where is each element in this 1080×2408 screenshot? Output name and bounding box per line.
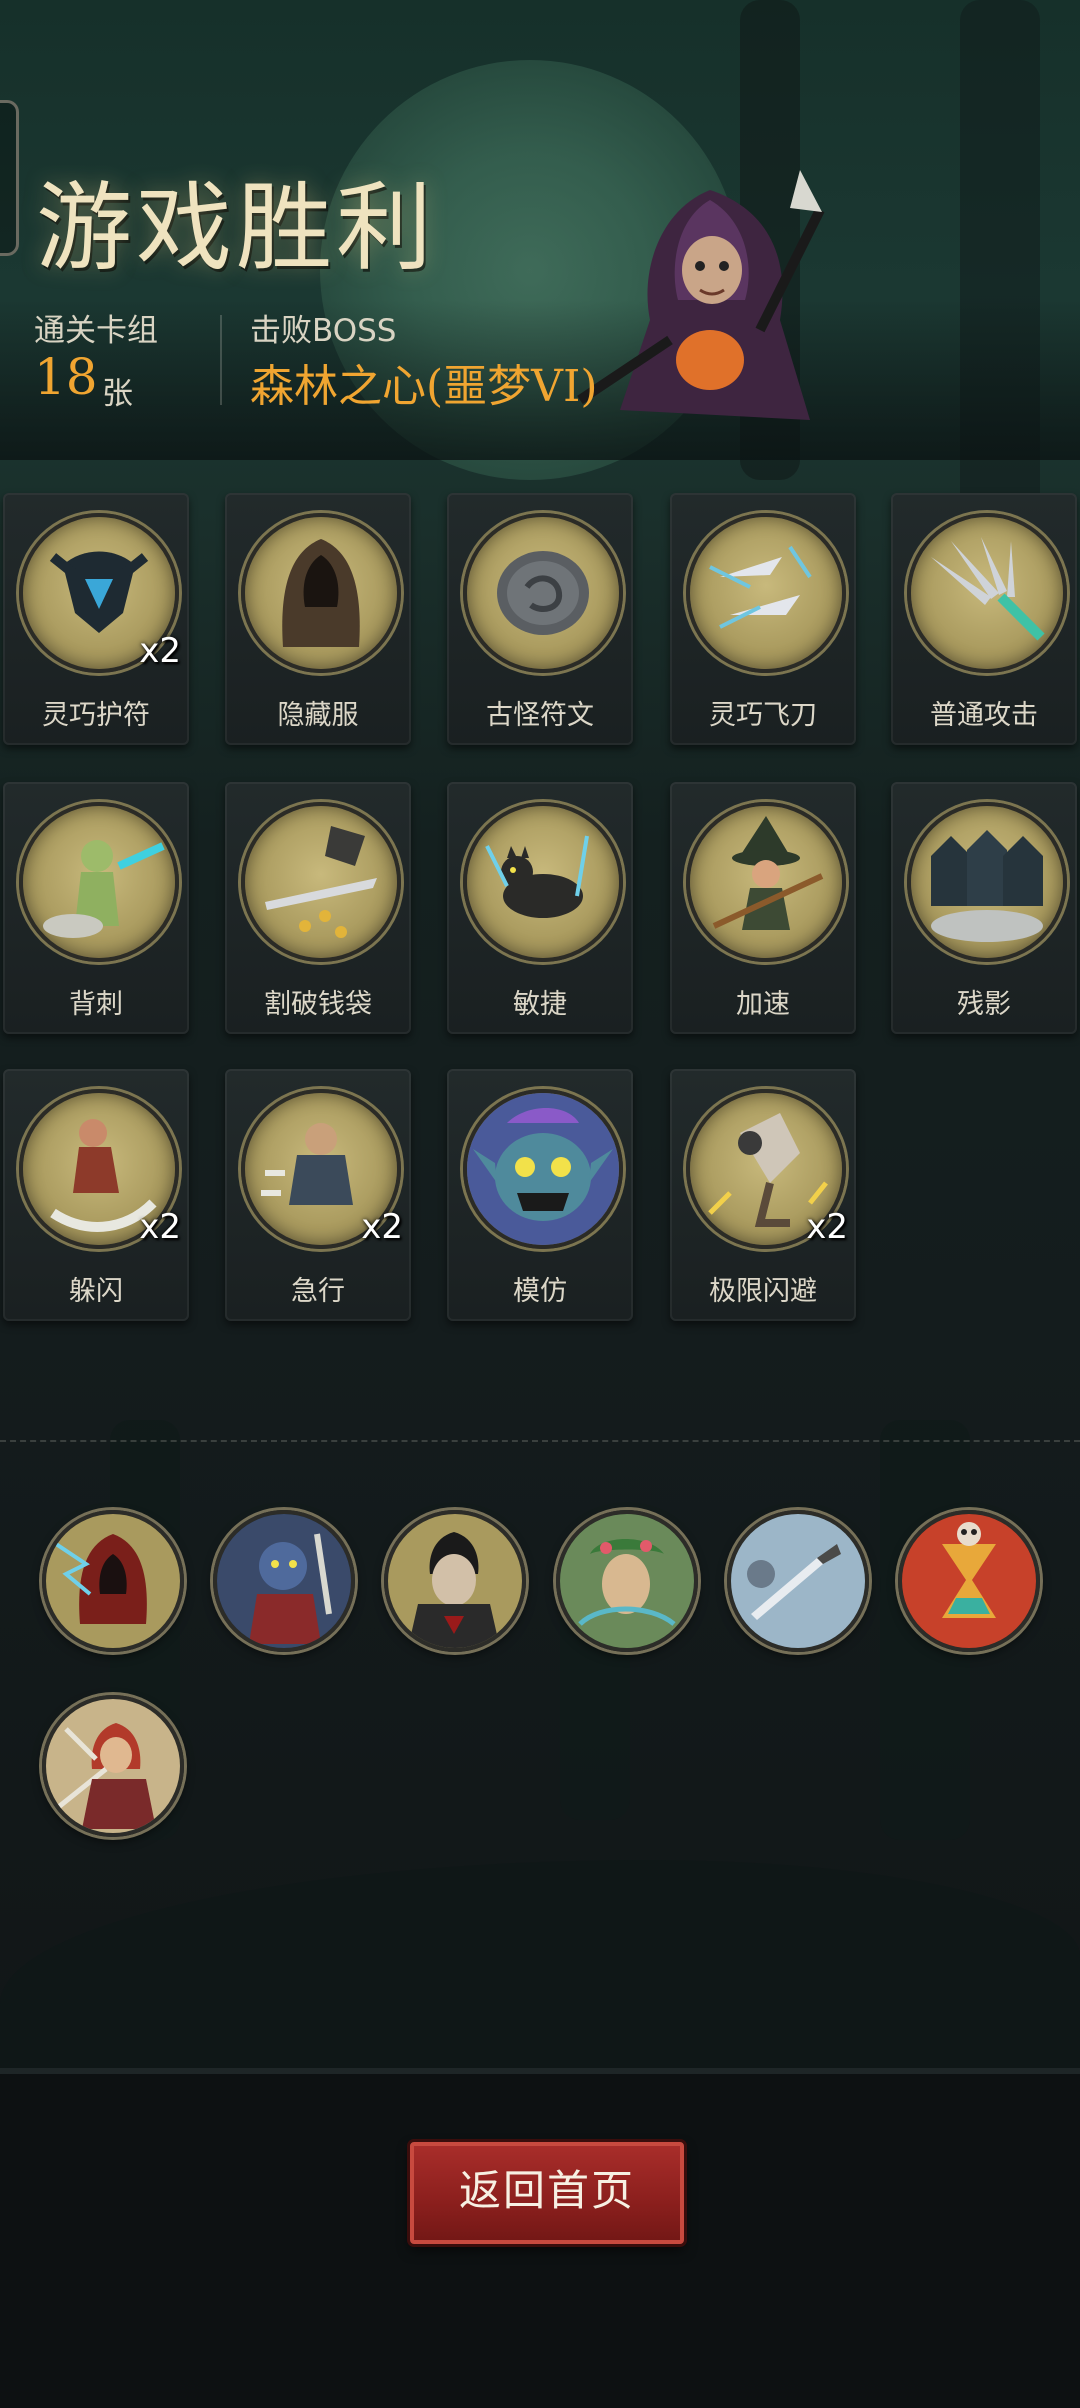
card-count-badge: x2 — [139, 631, 181, 671]
deck-unit: 张 — [102, 376, 133, 412]
deck-card[interactable]: 割破钱袋 — [225, 782, 411, 1034]
background-hill — [0, 1860, 1080, 2100]
side-tab — [0, 100, 19, 256]
card-count-badge: x2 — [139, 1207, 181, 1247]
rune-stone-icon — [463, 513, 623, 673]
card-name: 敏捷 — [513, 989, 567, 1020]
dagger-relic-icon[interactable] — [727, 1510, 869, 1652]
backstab-icon — [19, 802, 179, 962]
hero-illustration — [560, 150, 860, 450]
witch-icon — [686, 802, 846, 962]
deck-card[interactable]: 古怪符文 — [447, 493, 633, 745]
deck-label: 通关卡组 — [34, 313, 158, 349]
lightning-hood-icon[interactable] — [42, 1510, 184, 1652]
deck-card[interactable]: 残影 — [891, 782, 1077, 1034]
card-name: 灵巧飞刀 — [709, 700, 817, 731]
deck-card[interactable]: 普通攻击 — [891, 493, 1077, 745]
ground-edge — [0, 2068, 1080, 2074]
card-name: 背刺 — [69, 989, 123, 1020]
deck-card[interactable]: 背刺 — [3, 782, 189, 1034]
deck-card[interactable]: x2 灵巧护符 — [3, 493, 189, 745]
boss-label: 击败BOSS — [250, 313, 397, 349]
afterimage-icon — [907, 802, 1067, 962]
page-title: 游戏胜利 — [36, 172, 436, 284]
card-name: 急行 — [291, 1276, 345, 1307]
deck-card[interactable]: 加速 — [670, 782, 856, 1034]
black-cat-icon — [463, 802, 623, 962]
card-name: 灵巧护符 — [42, 700, 150, 731]
daggers-icon — [907, 513, 1067, 673]
hooded-cloak-icon — [241, 513, 401, 673]
card-name: 普通攻击 — [930, 700, 1038, 731]
header-divider — [220, 315, 222, 405]
return-home-button[interactable]: 返回首页 — [410, 2142, 684, 2244]
deck-card[interactable]: 灵巧飞刀 — [670, 493, 856, 745]
deck-card[interactable]: 敏捷 — [447, 782, 633, 1034]
card-name: 模仿 — [513, 1276, 567, 1307]
deck-card[interactable]: 模仿 — [447, 1069, 633, 1321]
cut-purse-icon — [241, 802, 401, 962]
hourglass-icon[interactable] — [898, 1510, 1040, 1652]
deck-count: 18 — [34, 348, 98, 406]
deck-card[interactable]: x2 极限闪避 — [670, 1069, 856, 1321]
boss-name: 森林之心(噩梦VI) — [250, 361, 598, 412]
deck-card[interactable]: 隐藏服 — [225, 493, 411, 745]
dryad-icon[interactable] — [556, 1510, 698, 1652]
goblin-warrior-icon[interactable] — [213, 1510, 355, 1652]
red-hood-icon[interactable] — [42, 1695, 184, 1837]
deck-card[interactable]: x2 躲闪 — [3, 1069, 189, 1321]
card-name: 古怪符文 — [486, 700, 594, 731]
card-name: 躲闪 — [69, 1276, 123, 1307]
deck-card[interactable]: x2 急行 — [225, 1069, 411, 1321]
card-name: 加速 — [736, 989, 790, 1020]
card-name: 极限闪避 — [709, 1276, 817, 1307]
goblin-face-icon — [463, 1089, 623, 1249]
game-victory-screen: 游戏胜利 通关卡组 18 张 击败BOSS 森林之心(噩梦VI) x2 灵巧护符 隐… — [0, 0, 1080, 2408]
card-count-badge: x2 — [806, 1207, 848, 1247]
section-divider — [0, 1440, 1080, 1442]
card-name: 割破钱袋 — [264, 989, 372, 1020]
card-name: 隐藏服 — [277, 700, 359, 731]
flying-knives-icon — [686, 513, 846, 673]
vampire-icon[interactable] — [384, 1510, 526, 1652]
card-name: 残影 — [957, 989, 1011, 1020]
card-count-badge: x2 — [361, 1207, 403, 1247]
